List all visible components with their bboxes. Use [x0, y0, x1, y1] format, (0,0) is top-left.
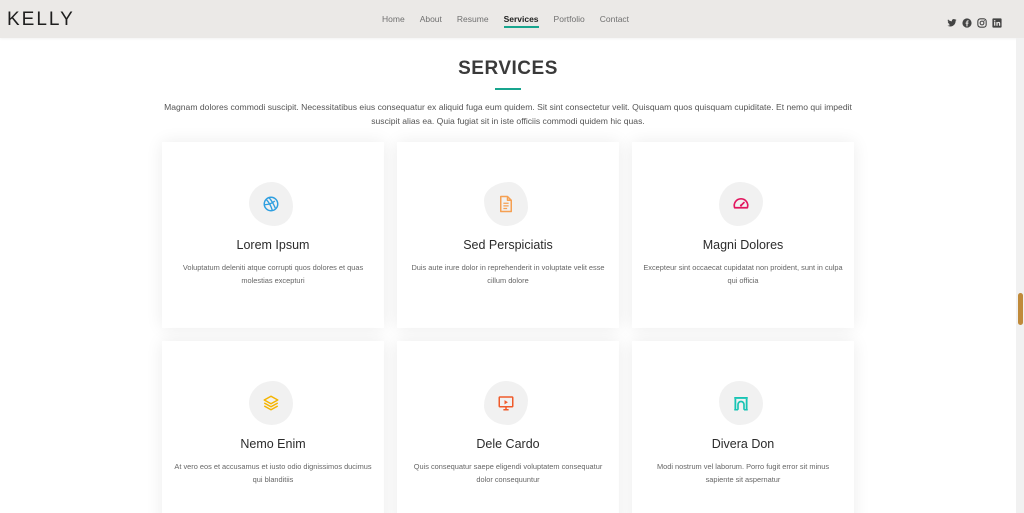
icon-box: [719, 381, 763, 425]
icon-box: [484, 182, 528, 226]
icon-box: [719, 182, 763, 226]
card-title[interactable]: Divera Don: [632, 437, 854, 451]
icon-box: [249, 182, 293, 226]
presentation-icon: [498, 396, 514, 411]
file-text-icon: [500, 195, 512, 213]
nav-portfolio[interactable]: Portfolio: [554, 0, 585, 38]
card-title[interactable]: Dele Cardo: [397, 437, 619, 451]
instagram-icon[interactable]: [977, 13, 987, 28]
service-card-dele-cardo[interactable]: Dele Cardo Quis consequatur saepe eligen…: [397, 341, 619, 513]
service-card-magni-dolores[interactable]: Magni Dolores Excepteur sint occaecat cu…: [632, 142, 854, 328]
service-card-nemo-enim[interactable]: Nemo Enim At vero eos et accusamus et iu…: [162, 341, 384, 513]
main-nav: Home About Resume Services Portfolio Con…: [382, 0, 644, 38]
service-card-lorem-ipsum[interactable]: Lorem Ipsum Voluptatum deleniti atque co…: [162, 142, 384, 328]
card-title[interactable]: Lorem Ipsum: [162, 238, 384, 252]
layers-icon: [263, 395, 279, 411]
card-title[interactable]: Nemo Enim: [162, 437, 384, 451]
facebook-icon[interactable]: [962, 13, 972, 28]
card-description: Modi nostrum vel laborum. Porro fugit er…: [656, 462, 830, 484]
card-description: At vero eos et accusamus et iusto odio d…: [174, 462, 372, 484]
nav-home[interactable]: Home: [382, 0, 405, 38]
speedometer-icon: [733, 197, 749, 209]
icon-box: [249, 381, 293, 425]
icon-box: [484, 381, 528, 425]
social-links: [947, 13, 1002, 28]
section-title: SERVICES: [458, 58, 558, 79]
title-underline: [495, 88, 521, 90]
nav-contact[interactable]: Contact: [600, 0, 629, 38]
nav-resume[interactable]: Resume: [457, 0, 489, 38]
nav-about[interactable]: About: [420, 0, 442, 38]
dribbble-icon: [263, 196, 279, 212]
card-description: Quis consequatur saepe eligendi voluptat…: [413, 462, 603, 484]
site-logo[interactable]: KELLY: [7, 9, 75, 31]
section-intro: Magnam dolores commodi suscipit. Necessi…: [164, 102, 852, 126]
nav-services[interactable]: Services: [503, 0, 539, 38]
site-header: KELLY Home About Resume Services Portfol…: [0, 0, 1024, 38]
linkedin-icon[interactable]: [992, 13, 1002, 28]
scrollbar-thumb[interactable]: [1018, 293, 1023, 325]
card-title[interactable]: Sed Perspiciatis: [397, 238, 619, 252]
service-card-divera-don[interactable]: Divera Don Modi nostrum vel laborum. Por…: [632, 341, 854, 513]
archway-icon: [734, 397, 748, 411]
twitter-icon[interactable]: [947, 13, 957, 27]
card-description: Excepteur sint occaecat cupidatat non pr…: [643, 263, 843, 285]
service-card-sed-perspiciatis[interactable]: Sed Perspiciatis Duis aute irure dolor i…: [397, 142, 619, 328]
card-description: Voluptatum deleniti atque corrupti quos …: [182, 263, 364, 285]
card-title[interactable]: Magni Dolores: [632, 238, 854, 252]
card-description: Duis aute irure dolor in reprehenderit i…: [411, 263, 605, 285]
scrollbar-track[interactable]: [1016, 38, 1024, 513]
